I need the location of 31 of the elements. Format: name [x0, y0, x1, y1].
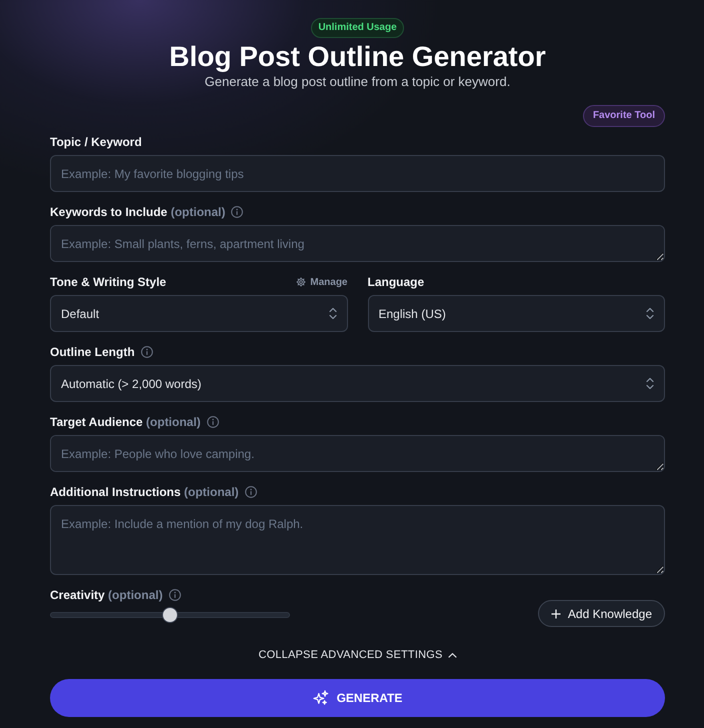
field-label: Target Audience (optional) — [50, 414, 201, 430]
field-label: Topic / Keyword — [50, 134, 142, 150]
sparkles-icon — [312, 690, 329, 706]
add-knowledge-button[interactable]: Add Knowledge — [538, 600, 665, 627]
textarea-field[interactable]: Example: Include a mention of my dog Ralph. — [50, 505, 665, 575]
plus-icon — [550, 608, 561, 618]
field-label: Outline Length — [50, 344, 135, 360]
textarea-field[interactable]: Example: Small plants, ferns, apartment living — [50, 225, 665, 262]
gear-icon — [296, 277, 306, 287]
chevron-updown-icon — [646, 307, 654, 320]
page-subtitle: Generate a blog post outline from a topic or keyword. — [204, 73, 510, 91]
select-field[interactable]: English (US) — [368, 295, 665, 332]
page-title: Blog Post Outline Generator — [169, 42, 546, 72]
collapse-toggle[interactable]: COLLAPSE ADVANCED SETTINGS — [258, 648, 457, 662]
field-label: Language — [368, 274, 424, 290]
chevron-updown-icon — [646, 377, 654, 390]
field-label: Additional Instructions (optional) — [50, 484, 239, 500]
usage-badge: Unlimited Usage — [311, 18, 404, 38]
select-field[interactable]: Automatic (> 2,000 words) — [50, 365, 665, 402]
chevron-updown-icon — [328, 307, 336, 320]
field-label: Tone & Writing Style — [50, 274, 166, 290]
favorite-button[interactable]: Favorite Tool — [582, 105, 665, 127]
field-label: Keywords to Include (optional) — [50, 204, 226, 220]
manage-link[interactable]: Manage — [296, 276, 348, 288]
select-field[interactable]: Default — [50, 295, 348, 332]
generate-button[interactable]: GENERATE — [50, 679, 665, 717]
slider-thumb[interactable] — [162, 607, 178, 623]
textarea-field[interactable]: Example: People who love camping. — [50, 435, 665, 472]
slider-track[interactable] — [50, 606, 290, 624]
field-label: Creativity (optional) — [50, 588, 163, 602]
text-input[interactable]: Example: My favorite blogging tips — [50, 155, 665, 192]
